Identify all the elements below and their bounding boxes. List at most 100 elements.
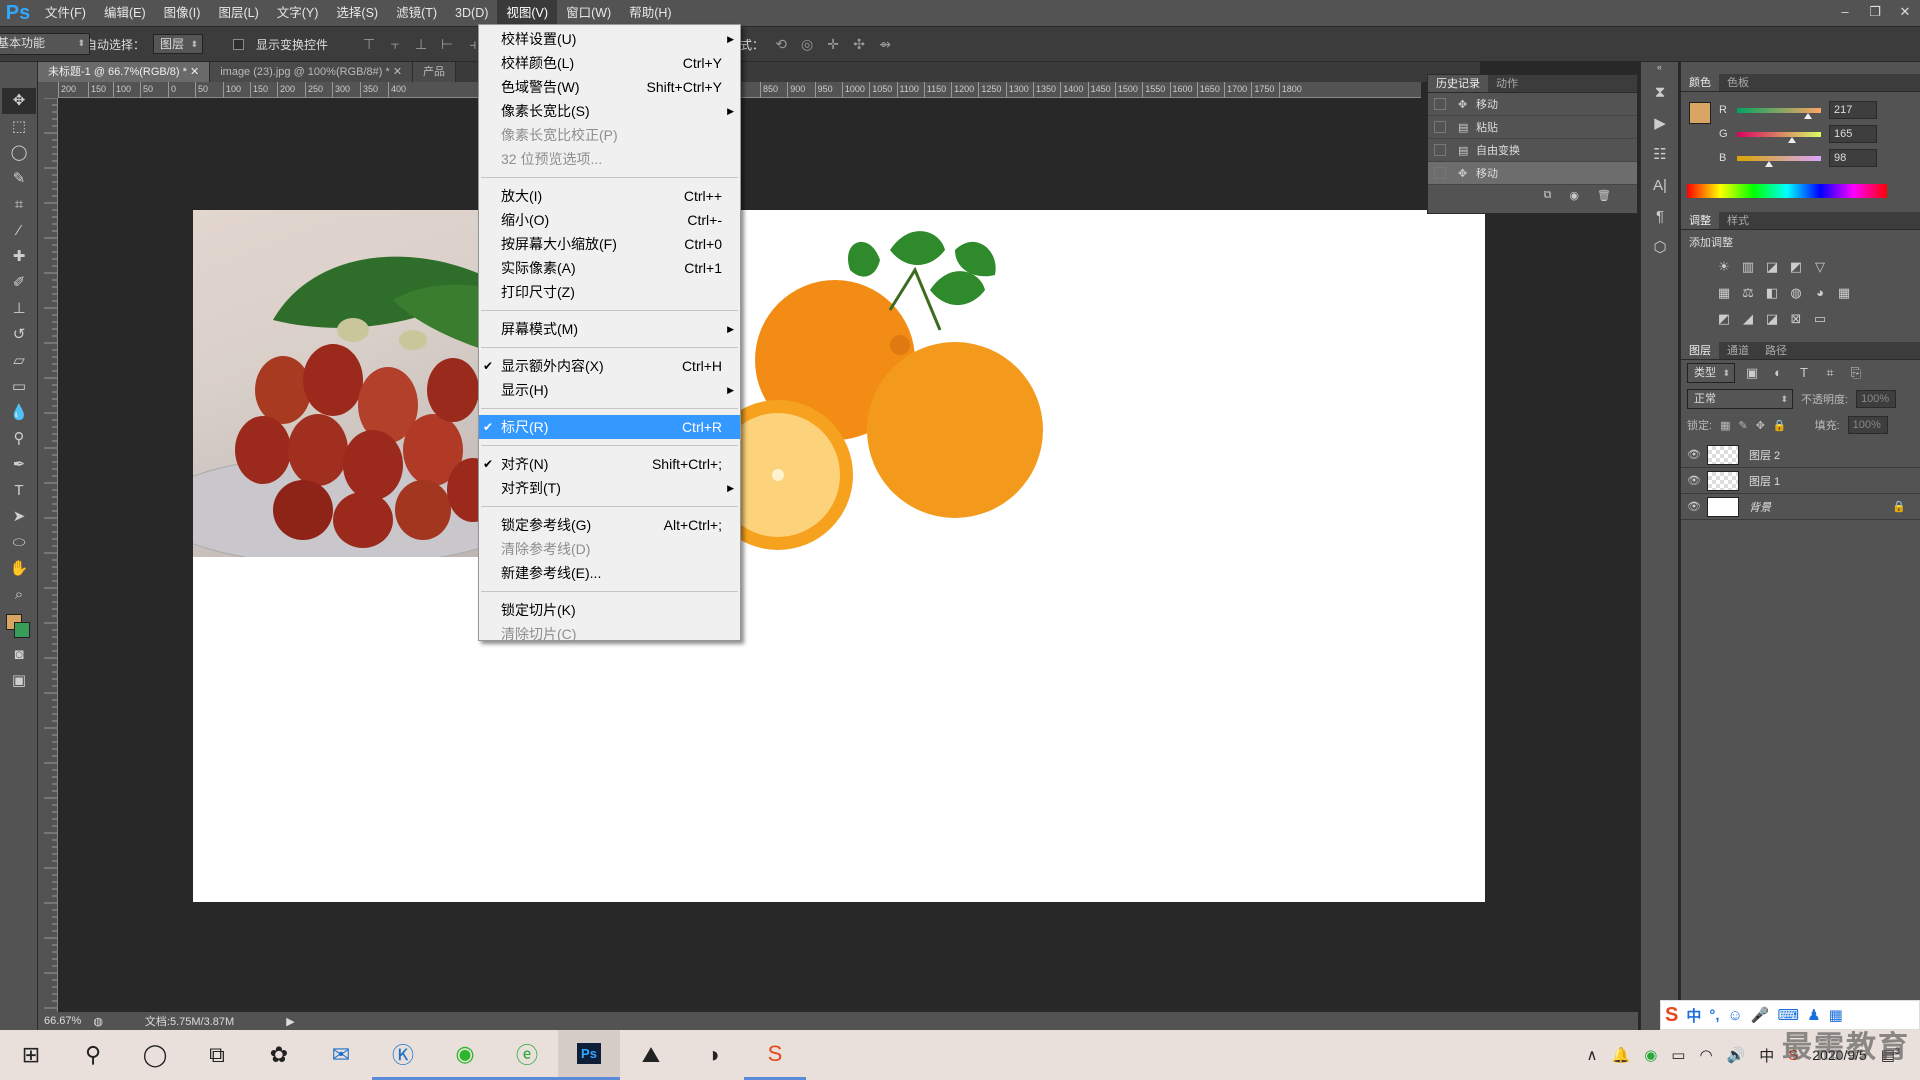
- hue-saturation-icon[interactable]: ▦: [1715, 284, 1733, 302]
- pen-tool-icon[interactable]: ✒: [2, 452, 36, 478]
- eraser-tool-icon[interactable]: ▱: [2, 348, 36, 374]
- photos-app-icon[interactable]: ⛰: [620, 1030, 682, 1080]
- b-slider[interactable]: [1737, 155, 1821, 167]
- quick-select-tool-icon[interactable]: ✎: [2, 166, 36, 192]
- view-menu-item[interactable]: 新建参考线(E)...: [479, 561, 740, 585]
- menu-10[interactable]: 帮助(H): [620, 0, 680, 26]
- view-menu-item[interactable]: ✔ 显示额外内容(X) Ctrl+H: [479, 354, 740, 378]
- layer-filter-select[interactable]: 类型: [1687, 363, 1735, 383]
- view-menu-item[interactable]: 实际像素(A) Ctrl+1: [479, 256, 740, 280]
- exposure-icon[interactable]: ◩: [1787, 258, 1805, 276]
- b-value-input[interactable]: 98: [1829, 149, 1877, 167]
- brightness-icon[interactable]: ☀: [1715, 258, 1733, 276]
- color-spectrum-bar[interactable]: [1687, 184, 1887, 198]
- history-brush-source-box[interactable]: [1434, 98, 1446, 110]
- 3d-pan-icon[interactable]: ✛: [824, 35, 842, 53]
- r-value-input[interactable]: 217: [1829, 101, 1877, 119]
- vibrance-icon[interactable]: ▽: [1811, 258, 1829, 276]
- layer-row[interactable]: 👁 图层 2: [1681, 442, 1920, 468]
- menu-0[interactable]: 文件(F): [36, 0, 95, 26]
- view-menu-item[interactable]: 校样颜色(L) Ctrl+Y: [479, 51, 740, 75]
- g-slider-thumb[interactable]: [1787, 136, 1796, 143]
- 3d-cube-icon[interactable]: ⬡: [1643, 234, 1677, 262]
- align-left-icon[interactable]: ⊢: [438, 35, 456, 53]
- new-document-from-state-icon[interactable]: ⧉: [1544, 189, 1552, 202]
- close-button[interactable]: ✕: [1890, 2, 1920, 22]
- history-state[interactable]: ▤ 自由变换: [1428, 139, 1637, 162]
- shape-filter-icon[interactable]: ⌗: [1821, 364, 1839, 382]
- posterize-icon[interactable]: ◢: [1739, 310, 1757, 328]
- photoshop-taskbar-icon[interactable]: Ps: [558, 1030, 620, 1080]
- layer-row[interactable]: 👁 背景 🔒: [1681, 494, 1920, 520]
- path-select-tool-icon[interactable]: ➤: [2, 504, 36, 530]
- crop-tool-icon[interactable]: ⌗: [2, 192, 36, 218]
- view-menu-item[interactable]: ✔ 对齐(N) Shift+Ctrl+;: [479, 452, 740, 476]
- b-slider-thumb[interactable]: [1764, 160, 1773, 167]
- auto-select-target-select[interactable]: 图层: [153, 34, 204, 54]
- color-swatches[interactable]: [0, 608, 37, 642]
- snapshot-camera-icon[interactable]: ◉: [1569, 189, 1579, 202]
- history-brush-source-box[interactable]: [1434, 167, 1446, 179]
- visibility-eye-icon[interactable]: 👁: [1681, 448, 1707, 461]
- browser-e-icon[interactable]: ⓔ: [496, 1030, 558, 1080]
- layer-name[interactable]: 背景: [1749, 499, 1892, 515]
- visibility-eye-icon[interactable]: 👁: [1681, 474, 1707, 487]
- tab-untitled-1[interactable]: 未标题-1 @ 66.7%(RGB/8) * ✕: [38, 62, 211, 82]
- layer-row[interactable]: 👁 图层 1: [1681, 468, 1920, 494]
- tab-image-23[interactable]: image (23).jpg @ 100%(RGB/8#) * ✕: [210, 62, 414, 82]
- lock-pixels-icon[interactable]: ✎: [1738, 419, 1747, 432]
- color-balance-icon[interactable]: ⚖: [1739, 284, 1757, 302]
- fill-input[interactable]: 100%: [1847, 416, 1888, 434]
- tab-styles[interactable]: 样式: [1719, 212, 1757, 229]
- actions-play-icon[interactable]: ▶: [1643, 110, 1677, 138]
- character-icon[interactable]: A|: [1643, 172, 1677, 200]
- restore-button[interactable]: ❐: [1860, 2, 1890, 22]
- view-menu-item[interactable]: 像素长宽比(S) ▶: [479, 99, 740, 123]
- screen-mode-icon[interactable]: ▣: [2, 668, 36, 694]
- g-value-input[interactable]: 165: [1829, 125, 1877, 143]
- menu-3[interactable]: 图层(L): [209, 0, 267, 26]
- healing-brush-tool-icon[interactable]: ✚: [2, 244, 36, 270]
- menu-8[interactable]: 视图(V): [497, 0, 558, 26]
- foreground-color-swatch[interactable]: [1689, 102, 1711, 124]
- align-middle-icon[interactable]: ⫟: [386, 35, 404, 53]
- history-state[interactable]: ✥ 移动: [1428, 162, 1637, 185]
- start-windows-icon[interactable]: ⊞: [0, 1030, 62, 1080]
- quick-mask-icon[interactable]: ◙: [2, 642, 36, 668]
- status-menu-arrow-icon[interactable]: ▶: [286, 1015, 294, 1028]
- channel-mixer-icon[interactable]: ◕: [1811, 284, 1829, 302]
- blur-tool-icon[interactable]: 💧: [2, 400, 36, 426]
- view-menu-item[interactable]: ✔ 标尺(R) Ctrl+R: [479, 415, 740, 439]
- collapse-dock-icon[interactable]: «: [1641, 62, 1678, 76]
- type-tool-icon[interactable]: T: [2, 478, 36, 504]
- show-hidden-icons-chevron-icon[interactable]: ∧: [1587, 1046, 1598, 1064]
- view-menu-item[interactable]: 锁定切片(K): [479, 598, 740, 622]
- eyedropper-tool-icon[interactable]: ⁄: [2, 218, 36, 244]
- gradient-map-icon[interactable]: ▭: [1811, 310, 1829, 328]
- menu-9[interactable]: 窗口(W): [557, 0, 620, 26]
- move-tool-icon[interactable]: ✥: [2, 88, 36, 114]
- menu-4[interactable]: 文字(Y): [268, 0, 328, 26]
- cortana-icon[interactable]: ◯: [124, 1030, 186, 1080]
- layer-name[interactable]: 图层 1: [1749, 473, 1920, 489]
- show-transform-checkbox[interactable]: [233, 38, 245, 50]
- adjustment-filter-icon[interactable]: ◐: [1769, 364, 1787, 382]
- k-app-icon[interactable]: Ⓚ: [372, 1030, 434, 1080]
- type-filter-icon[interactable]: T: [1795, 364, 1813, 382]
- ellipse-tool-icon[interactable]: ⬭: [2, 530, 36, 556]
- zoom-tool-icon[interactable]: ⌕: [2, 582, 36, 608]
- levels-icon[interactable]: ▥: [1739, 258, 1757, 276]
- ime-language-tray-icon[interactable]: 中: [1759, 1045, 1774, 1066]
- history-state[interactable]: ✥ 移动: [1428, 93, 1637, 116]
- view-menu-item[interactable]: 对齐到(T) ▶: [479, 476, 740, 500]
- g-slider[interactable]: [1737, 131, 1821, 143]
- view-menu-item[interactable]: 打印尺寸(Z): [479, 280, 740, 304]
- tab-history[interactable]: 历史记录: [1428, 75, 1488, 92]
- tab-actions[interactable]: 动作: [1488, 75, 1526, 92]
- 3d-rotate-icon[interactable]: ⟲: [772, 35, 790, 53]
- mail-icon[interactable]: ✉: [310, 1030, 372, 1080]
- selective-color-icon[interactable]: ⊠: [1787, 310, 1805, 328]
- view-menu-item[interactable]: 屏幕模式(M) ▶: [479, 317, 740, 341]
- r-slider[interactable]: [1737, 107, 1821, 119]
- close-tab-icon[interactable]: ✕: [190, 66, 199, 78]
